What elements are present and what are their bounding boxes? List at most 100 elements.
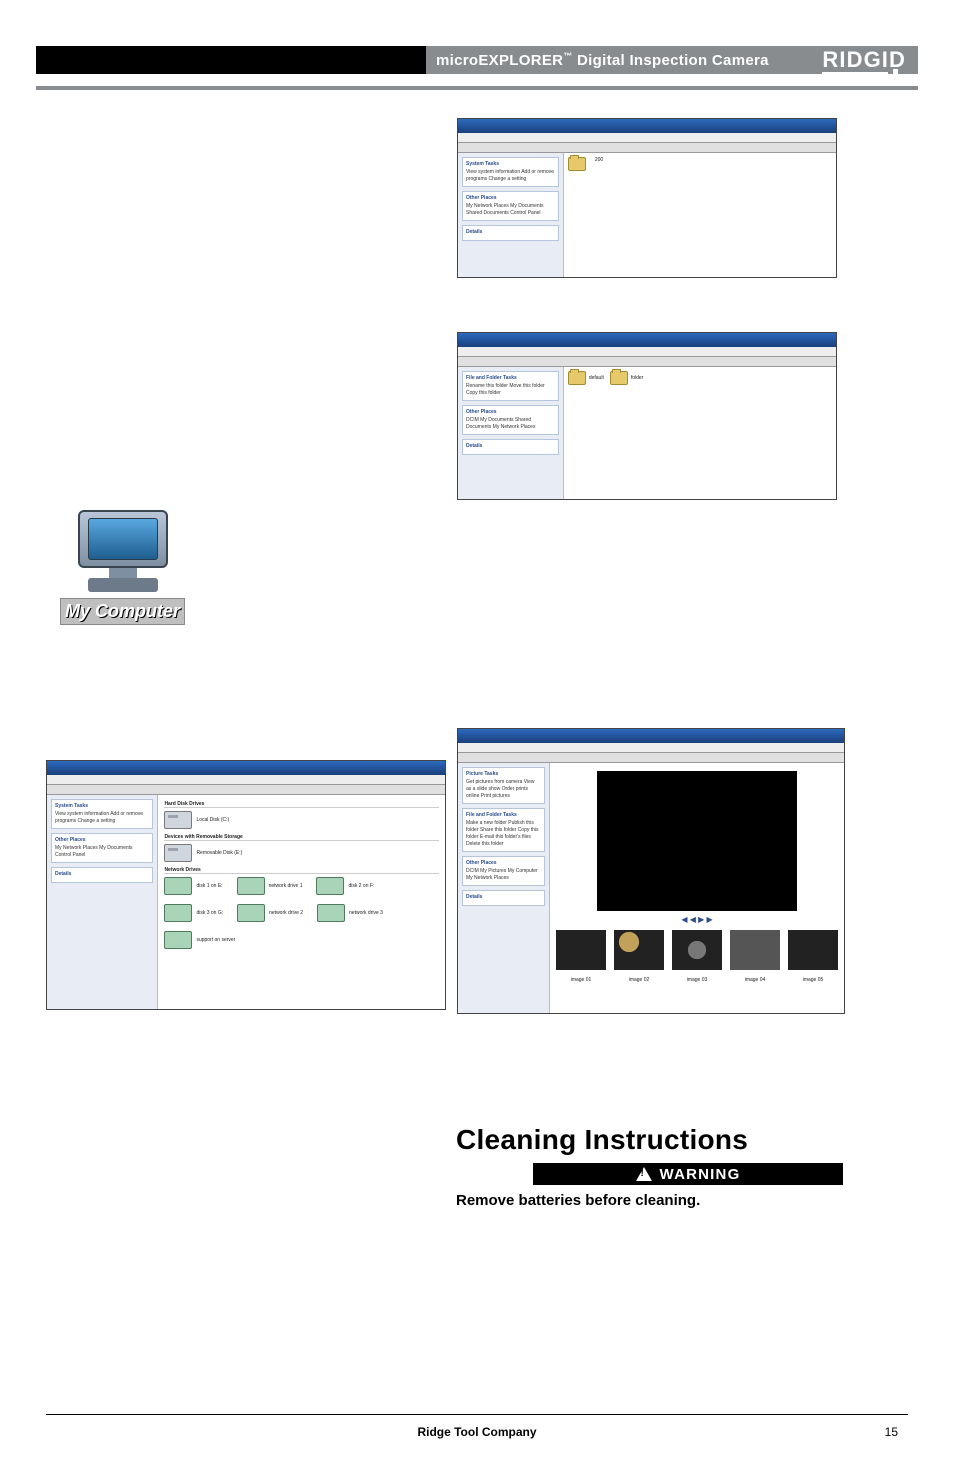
- sidebar-links: My Network Places My Documents Shared Do…: [466, 203, 555, 217]
- drive-label: Local Disk (C:): [196, 817, 229, 823]
- drive-label: network drive 3: [349, 910, 383, 916]
- drive-label: support on server: [196, 937, 235, 943]
- drive-label: disk 2 on F:: [348, 883, 374, 889]
- network-drive-icon: [164, 877, 192, 895]
- folder-label: 200: [595, 157, 603, 171]
- thumb-label: image 03: [670, 977, 724, 983]
- window-menubar: [47, 775, 445, 785]
- network-drive-icon: [164, 931, 192, 949]
- sidebar-heading: Details: [466, 894, 541, 900]
- image-thumbnail: [672, 930, 722, 970]
- header-rule: [36, 86, 918, 90]
- drive-label: disk 1 on E:: [196, 883, 222, 889]
- header-black-block: [36, 46, 426, 74]
- window-titlebar: [47, 761, 445, 775]
- thumb-label: image 02: [612, 977, 666, 983]
- thumb-label: image 05: [786, 977, 840, 983]
- footer-company: Ridge Tool Company: [0, 1425, 954, 1439]
- sidebar-heading: System Tasks: [55, 803, 149, 809]
- sidebar-pane: Picture Tasks Get pictures from camera V…: [458, 763, 550, 1013]
- brand-underline: [822, 72, 888, 74]
- sidebar-heading: Other Places: [466, 860, 541, 866]
- filmstrip-controls: ◀ ◀ ▶ ▶: [554, 915, 840, 924]
- image-thumbnail: [730, 930, 780, 970]
- window-menubar: [458, 743, 844, 753]
- window-titlebar: [458, 119, 836, 133]
- screenshot-explorer-1: System Tasks View system information Add…: [457, 118, 837, 278]
- window-toolbar: [47, 785, 445, 795]
- network-drive-icon: [317, 904, 345, 922]
- main-pane: default folder: [564, 367, 836, 499]
- drive-label: network drive 2: [269, 910, 303, 916]
- thumb-label: image 04: [728, 977, 782, 983]
- title-tm: ™: [563, 51, 572, 61]
- section-heading: Hard Disk Drives: [164, 801, 439, 808]
- main-pane: ◀ ◀ ▶ ▶ image 01 image 02 image 03 image…: [550, 763, 844, 1013]
- sidebar-heading: Details: [466, 443, 555, 449]
- window-toolbar: [458, 357, 836, 367]
- window-titlebar: [458, 333, 836, 347]
- cleaning-heading: Cleaning Instructions: [456, 1124, 748, 1156]
- sidebar-links: Make a new folder Publish this folder Sh…: [466, 820, 541, 848]
- hard-drive-icon: [164, 811, 192, 829]
- sidebar-heading: File and Folder Tasks: [466, 812, 541, 818]
- folder-icon: [568, 157, 586, 171]
- folder-label: folder: [631, 375, 644, 381]
- header-gray-block: microEXPLORER™ Digital Inspection Camera…: [426, 46, 918, 74]
- warning-triangle-icon: [636, 1167, 652, 1181]
- section-heading: Devices with Removable Storage: [164, 834, 439, 841]
- page-header: microEXPLORER™ Digital Inspection Camera…: [36, 46, 918, 74]
- drive-label: Removable Disk (E:): [196, 850, 242, 856]
- sidebar-links: DCIM My Documents Shared Documents My Ne…: [466, 417, 555, 431]
- folder-icon: [610, 371, 628, 385]
- sidebar-pane: System Tasks View system information Add…: [458, 153, 564, 277]
- drive-label: network drive 1: [269, 883, 303, 889]
- brand-logo: RIDGID: [822, 47, 906, 73]
- my-computer-caption: My Computer: [60, 598, 185, 625]
- network-drive-icon: [164, 904, 192, 922]
- main-pane: 200: [564, 153, 836, 277]
- section-heading: Network Drives: [164, 867, 439, 874]
- network-drive-icon: [237, 877, 265, 895]
- sidebar-links: Get pictures from camera View as a slide…: [466, 779, 541, 800]
- image-thumbnail: [614, 930, 664, 970]
- removable-drive-icon: [164, 844, 192, 862]
- thumb-label: image 01: [554, 977, 608, 983]
- title-suffix: Digital Inspection Camera: [573, 52, 769, 69]
- network-drive-icon: [316, 877, 344, 895]
- drive-label: disk 3 on G:: [196, 910, 223, 916]
- sidebar-heading: File and Folder Tasks: [466, 375, 555, 381]
- sidebar-links: Rename this folder Move this folder Copy…: [466, 383, 555, 397]
- sidebar-heading: Other Places: [55, 837, 149, 843]
- sidebar-heading: Details: [55, 871, 149, 877]
- window-menubar: [458, 347, 836, 357]
- footer-rule: [46, 1414, 908, 1415]
- screenshot-explorer-2: File and Folder Tasks Rename this folder…: [457, 332, 837, 500]
- folder-icon: [568, 371, 586, 385]
- sidebar-heading: Picture Tasks: [466, 771, 541, 777]
- network-drive-icon: [237, 904, 265, 922]
- sidebar-heading: Other Places: [466, 195, 555, 201]
- window-toolbar: [458, 753, 844, 763]
- warning-label: WARNING: [660, 1166, 741, 1183]
- warning-bar: WARNING: [533, 1163, 843, 1185]
- brand-dot: [893, 69, 898, 74]
- screenshot-image-folder: Picture Tasks Get pictures from camera V…: [457, 728, 845, 1014]
- warning-body-text: Remove batteries before cleaning.: [456, 1192, 700, 1209]
- sidebar-pane: File and Folder Tasks Rename this folder…: [458, 367, 564, 499]
- window-menubar: [458, 133, 836, 143]
- header-title: microEXPLORER™ Digital Inspection Camera: [436, 51, 769, 69]
- title-prefix: microEXPLORER: [436, 52, 563, 69]
- folder-label: default: [589, 375, 604, 381]
- my-computer-icon-block: My Computer: [50, 510, 195, 625]
- image-thumbnail: [788, 930, 838, 970]
- sidebar-pane: System Tasks View system information Add…: [47, 795, 158, 1009]
- sidebar-heading: Details: [466, 229, 555, 235]
- image-thumbnail: [556, 930, 606, 970]
- window-toolbar: [458, 143, 836, 153]
- filmstrip-thumbs: image 01 image 02 image 03 image 04 imag…: [554, 928, 840, 983]
- monitor-icon: [78, 510, 168, 568]
- sidebar-links: View system information Add or remove pr…: [466, 169, 555, 183]
- sidebar-links: DCIM My Pictures My Computer My Network …: [466, 868, 541, 882]
- sidebar-links: My Network Places My Documents Control P…: [55, 845, 149, 859]
